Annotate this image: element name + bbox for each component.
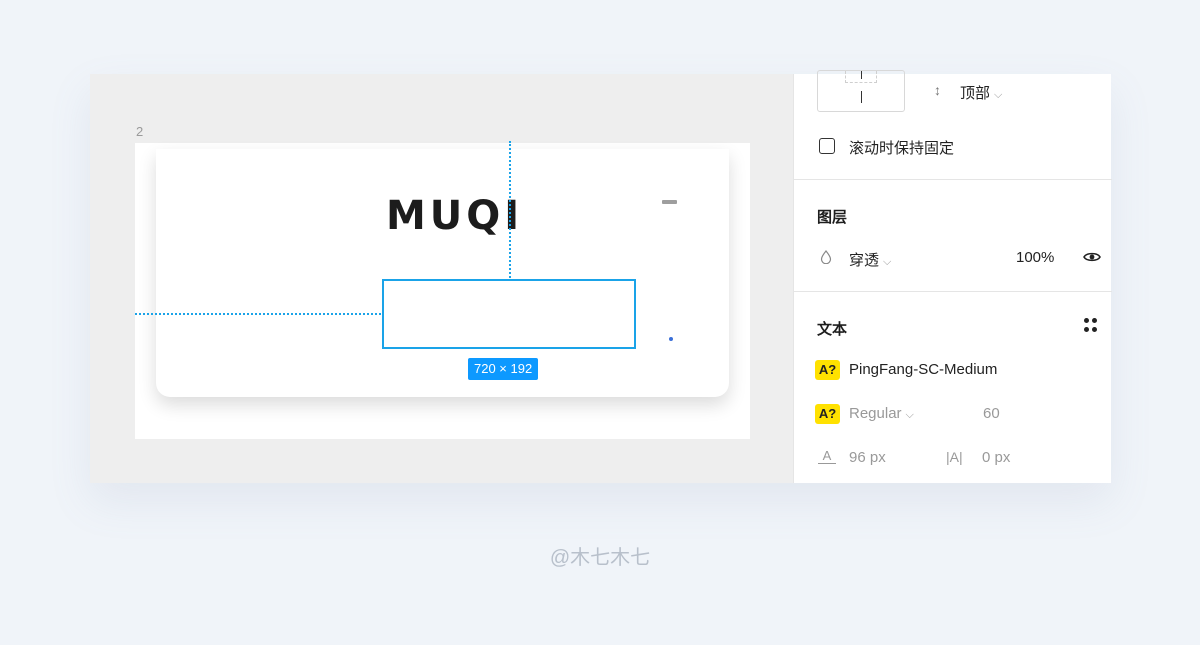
layer-section-title: 图层 [817, 209, 848, 226]
vertical-constraint-value: 顶部 [960, 85, 991, 102]
font-weight-select[interactable]: Regular ⌵ [849, 405, 914, 422]
letter-spacing-input[interactable]: 0 px [982, 449, 1010, 466]
screenshot-window: 2 MUQI 720 × 192 ↕ 顶部 ⌵ 滚动时保持固定 图层 穿透 ⌵ … [90, 70, 1112, 483]
horizontal-guide [135, 313, 381, 315]
drop-icon [820, 250, 832, 264]
vertical-constraint-select[interactable]: 顶部 ⌵ [960, 82, 1002, 103]
constraint-top-bar[interactable] [861, 71, 862, 79]
header-card[interactable]: MUQI [156, 149, 729, 397]
divider [794, 179, 1112, 180]
missing-font-icon: A? [815, 404, 840, 424]
text-options-icon[interactable] [1084, 318, 1098, 332]
frame-label[interactable]: 2 [136, 124, 143, 139]
vertical-guide [509, 141, 511, 278]
size-badge: 720 × 192 [468, 358, 539, 380]
opacity-input[interactable]: 100% [1016, 249, 1054, 266]
line-height-input[interactable]: 96 px [849, 449, 886, 466]
watermark: @木七木七 [549, 547, 651, 569]
constraint-widget[interactable] [817, 70, 905, 112]
line-height-icon: A [818, 449, 836, 464]
vertical-constraint-icon: ↕ [934, 82, 941, 98]
letter-spacing-icon: |A| [946, 449, 963, 465]
blend-mode-value: 穿透 [849, 252, 880, 269]
scroll-fixed-label: 滚动时保持固定 [849, 140, 955, 157]
anchor-dot [669, 337, 673, 341]
scroll-fixed-checkbox[interactable] [819, 138, 835, 154]
design-canvas[interactable]: 2 MUQI 720 × 192 [90, 74, 793, 483]
eye-icon[interactable] [1083, 250, 1101, 264]
font-weight-value: Regular [849, 405, 902, 422]
blend-mode-select[interactable]: 穿透 ⌵ [849, 249, 891, 270]
text-section-title: 文本 [817, 321, 848, 338]
properties-panel: ↕ 顶部 ⌵ 滚动时保持固定 图层 穿透 ⌵ 100% 文本 A? PingFang… [793, 70, 1112, 483]
font-family-select[interactable]: PingFang-SC-Medium [849, 361, 997, 378]
minus-icon[interactable] [662, 200, 677, 204]
divider [794, 291, 1112, 292]
chevron-down-icon: ⌵ [905, 409, 914, 421]
chevron-down-icon: ⌵ [994, 89, 1003, 101]
font-size-input[interactable]: 60 [983, 405, 1000, 422]
selected-text-box[interactable] [382, 279, 636, 349]
missing-font-icon: A? [815, 360, 840, 380]
chevron-down-icon: ⌵ [883, 256, 892, 268]
constraint-bottom-bar[interactable] [861, 91, 862, 103]
logo-text[interactable]: MUQI [386, 193, 523, 239]
